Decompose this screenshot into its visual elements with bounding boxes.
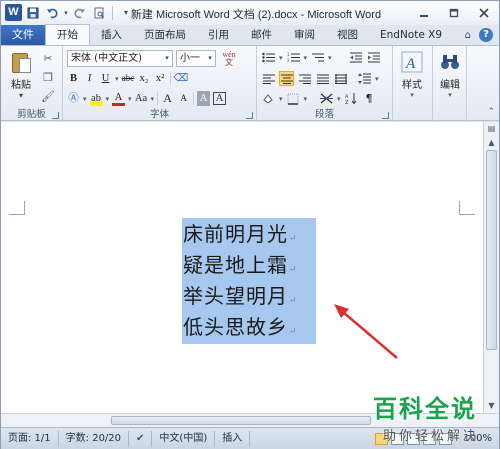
vertical-scrollbar[interactable]: ▤ ▲ ▼ (483, 122, 499, 413)
word-window: W ▾ ▾ 新建 Microsoft Word 文档 (2).docx - Mi… (0, 0, 500, 449)
vertical-scroll-thumb[interactable] (486, 150, 497, 350)
annotation-arrow (334, 304, 398, 359)
status-page[interactable]: 页面: 1/1 (1, 430, 59, 447)
horizontal-scroll-thumb[interactable] (111, 416, 371, 425)
scroll-up-icon[interactable]: ▲ (484, 136, 499, 150)
status-insert-mode[interactable]: 插入 (215, 430, 251, 447)
ruler-toggle-icon[interactable]: ▤ (484, 122, 499, 136)
watermark-subtitle: 助你轻松解决 (383, 429, 480, 444)
watermark-title: 百科全说 (373, 395, 477, 423)
proofing-icon[interactable]: ✔ (129, 430, 153, 447)
status-language[interactable]: 中文(中国) (152, 430, 216, 447)
watermark-logo: 百科全说 助你轻松解决 (373, 389, 491, 447)
status-word-count[interactable]: 字数: 20/20 (59, 430, 130, 447)
